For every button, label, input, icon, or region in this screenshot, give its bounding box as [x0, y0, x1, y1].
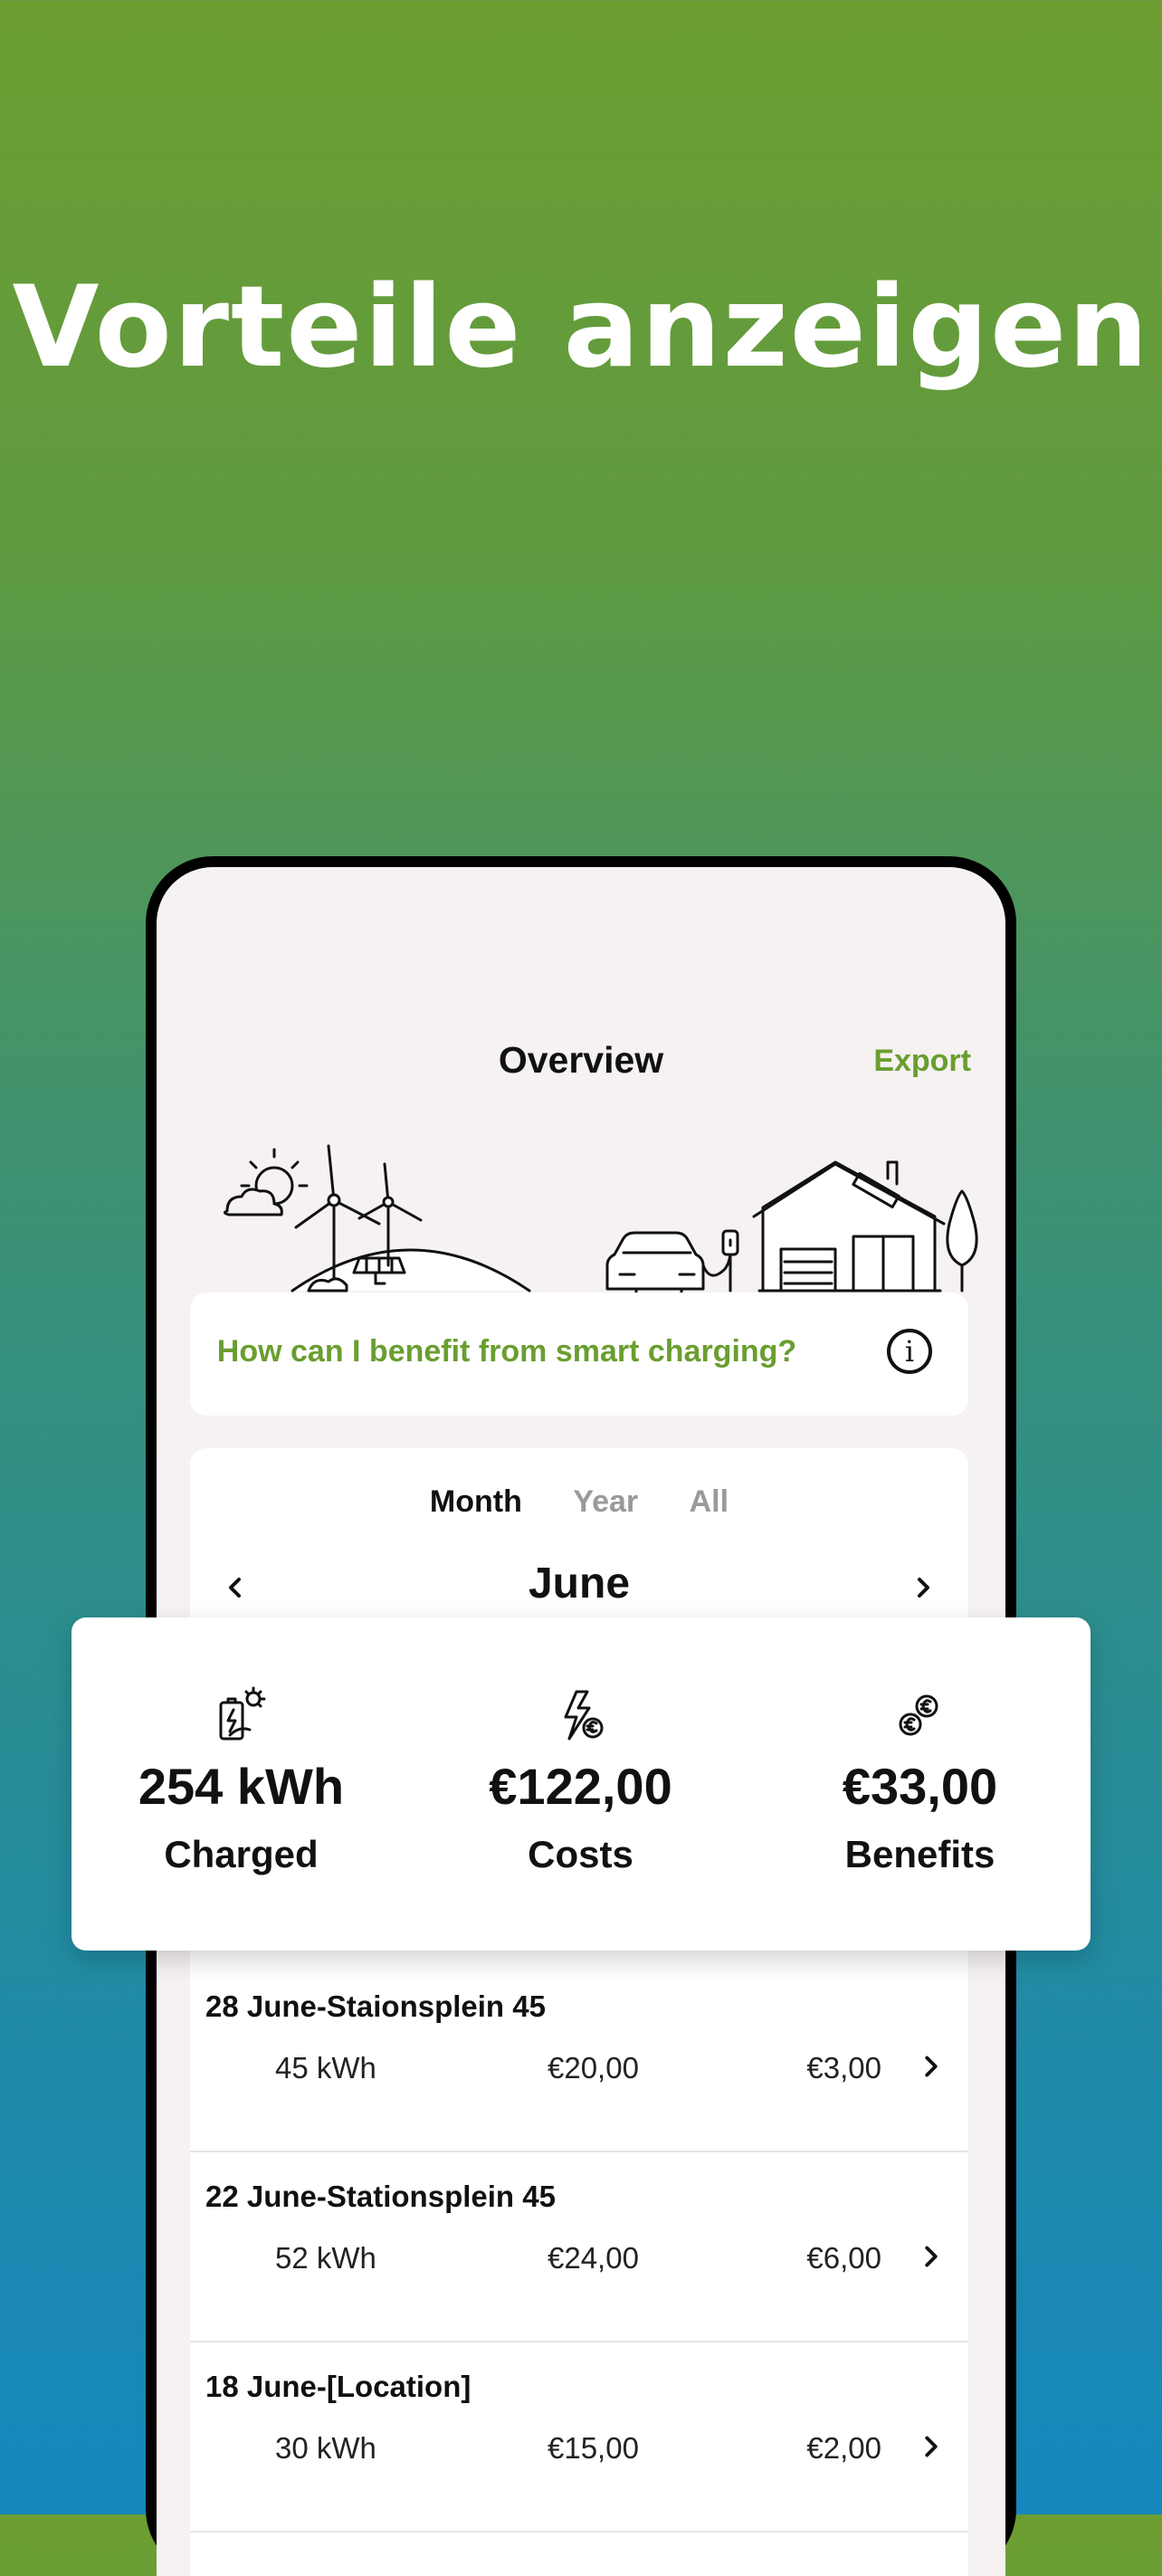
chevron-right-icon[interactable] — [905, 1569, 941, 1606]
summary-card: 254 kWh Charged €122,00 Costs €33,00 Ben… — [71, 1617, 1091, 1951]
headline: Vorteile anzeigen — [12, 262, 1150, 393]
session-kwh: 52 kWh — [275, 2241, 376, 2275]
benefits-stat: €33,00 Benefits — [750, 1617, 1090, 1951]
coins-euro-icon — [899, 1694, 938, 1736]
list-item[interactable]: 22 June-Stationsplein 45 52 kWh €24,00 €… — [190, 2152, 968, 2342]
info-icon[interactable]: i — [887, 1329, 932, 1374]
chevron-right-icon[interactable] — [914, 2429, 948, 2464]
session-cost: €20,00 — [548, 2051, 639, 2085]
list-item[interactable]: 18 June-[Location] 30 kWh €15,00 €2,00 — [190, 2342, 968, 2533]
smart-charging-help-card[interactable]: How can I benefit from smart charging? i — [190, 1293, 968, 1416]
session-kwh: 45 kWh — [275, 2051, 376, 2085]
list-item[interactable]: 28 June-Staionsplein 45 45 kWh €20,00 €3… — [190, 1962, 968, 2152]
session-benefit: €6,00 — [806, 2241, 881, 2275]
costs-label: Costs — [528, 1833, 633, 1875]
month-label: June — [528, 1560, 631, 1608]
session-list: 28 June-Staionsplein 45 45 kWh €20,00 €3… — [190, 1962, 968, 2533]
month-selector: June — [190, 1555, 968, 1618]
session-title: 18 June-[Location] — [205, 2370, 471, 2403]
smart-charging-help-link[interactable]: How can I benefit from smart charging? — [190, 1334, 824, 1369]
benefits-value: €33,00 — [842, 1758, 998, 1815]
chevron-right-icon[interactable] — [914, 2049, 948, 2084]
session-kwh: 30 kWh — [275, 2431, 376, 2465]
costs-stat: €122,00 Costs — [411, 1617, 750, 1951]
charged-value: 254 kWh — [138, 1758, 345, 1815]
period-tabs: Month Year All — [190, 1484, 968, 1520]
session-cost: €24,00 — [548, 2241, 639, 2275]
costs-value: €122,00 — [489, 1758, 672, 1815]
solar-battery-icon — [219, 1686, 266, 1741]
session-title: 28 June-Staionsplein 45 — [205, 1989, 546, 2023]
charged-stat: 254 kWh Charged — [71, 1617, 411, 1951]
session-title: 22 June-Stationsplein 45 — [205, 2180, 556, 2213]
tab-month[interactable]: Month — [430, 1484, 522, 1520]
energy-illustration — [223, 1144, 978, 1293]
session-cost: €15,00 — [548, 2431, 639, 2465]
tab-year[interactable]: Year — [573, 1484, 638, 1520]
chevron-right-icon[interactable] — [914, 2239, 948, 2274]
benefits-label: Benefits — [844, 1833, 995, 1875]
export-button[interactable]: Export — [873, 1044, 971, 1079]
session-benefit: €3,00 — [806, 2051, 881, 2085]
session-benefit: €2,00 — [806, 2431, 881, 2465]
charged-label: Charged — [164, 1833, 319, 1875]
tab-all[interactable]: All — [690, 1484, 729, 1520]
bolt-euro-icon — [564, 1690, 604, 1741]
